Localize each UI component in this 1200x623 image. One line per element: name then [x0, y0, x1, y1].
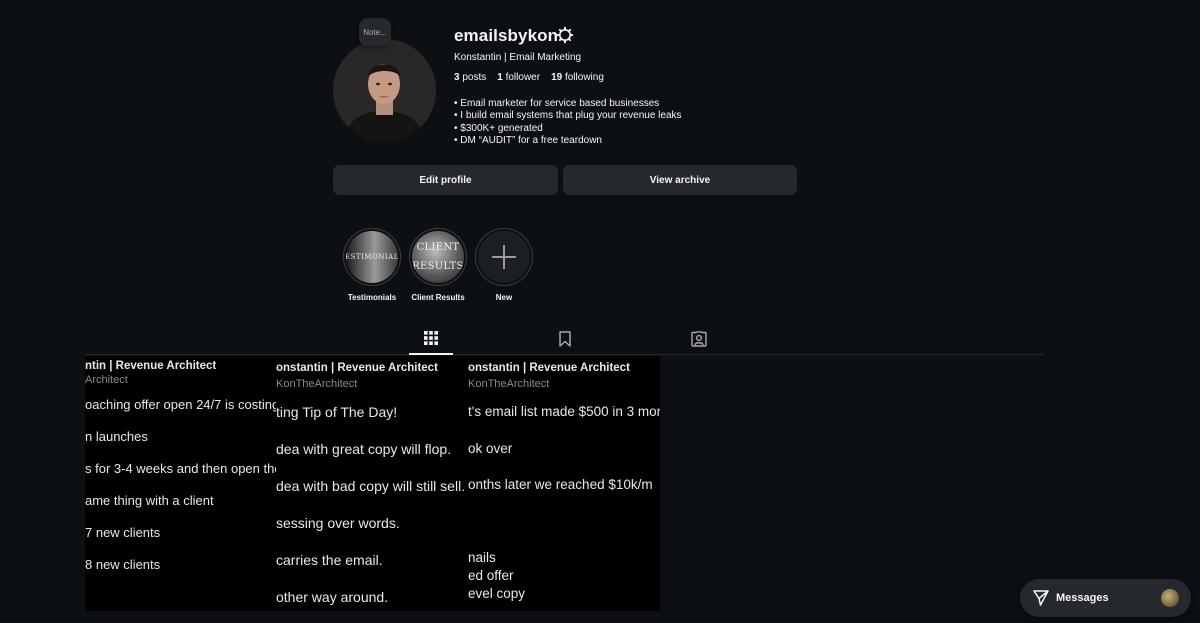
- highlight-cover: TESTIMONIALS: [346, 231, 398, 283]
- message-avatar: [1161, 589, 1179, 607]
- note-bubble[interactable]: Note...: [359, 18, 391, 46]
- edit-profile-button[interactable]: Edit profile: [333, 165, 558, 195]
- full-name: Konstantin | Email Marketing: [454, 52, 582, 63]
- posts-grid-icon: [424, 331, 438, 345]
- post-author: ntin | Revenue Architect: [85, 360, 217, 372]
- highlight-cover: CLIENT RESULTS: [412, 231, 464, 283]
- post-text-line: ed offer: [468, 568, 514, 583]
- tab-saved[interactable]: [543, 331, 587, 355]
- settings-gear-icon[interactable]: [556, 26, 574, 44]
- highlight-label: Client Results: [411, 293, 465, 302]
- tab-tagged[interactable]: [677, 331, 721, 355]
- post-text-line: s for 3-4 weeks and then open them t: [85, 461, 276, 476]
- post-text-line: dea with great copy will flop.: [276, 441, 452, 457]
- post-text-line: n launches: [85, 429, 148, 444]
- saved-bookmark-icon: [559, 331, 571, 347]
- post-text-line: 7 new clients: [85, 525, 161, 540]
- post-text-line: ting Tip of The Day!: [276, 404, 398, 420]
- following-stat[interactable]: 19 following: [551, 72, 604, 83]
- highlight-cover-text: RESULTS: [412, 261, 464, 272]
- post-text-line: dea with bad copy will still sell.: [276, 478, 466, 494]
- tagged-person-icon: [691, 331, 707, 347]
- messages-label: Messages: [1056, 592, 1109, 604]
- post-author: onstantin | Revenue Architect: [276, 362, 438, 374]
- highlight-cover-text: CLIENT: [416, 242, 460, 253]
- plus-icon: [492, 245, 516, 269]
- post-text-line: sessing over words.: [276, 515, 400, 531]
- highlight-label: New: [495, 293, 513, 302]
- post-text-line: onths later we reached $10k/m: [468, 477, 653, 492]
- post-tile[interactable]: onstantin | Revenue Architect KonTheArch…: [276, 356, 468, 611]
- highlight-label: Testimonials: [347, 293, 397, 302]
- highlight-cover: [478, 231, 530, 283]
- post-text-line: oaching offer open 24/7 is costing you: [85, 397, 276, 412]
- tab-posts[interactable]: [409, 331, 453, 355]
- post-text-line: evel copy: [468, 586, 526, 601]
- posts-stat: 3 posts: [454, 72, 487, 83]
- highlight-testimonials[interactable]: TESTIMONIALS: [343, 228, 401, 286]
- followers-stat[interactable]: 1 follower: [497, 72, 540, 83]
- new-highlight-button[interactable]: [475, 228, 533, 286]
- bio-line: • $300K+ generated: [454, 122, 543, 134]
- post-handle: KonTheArchitect: [276, 378, 358, 390]
- post-handle: Architect: [85, 374, 128, 386]
- messages-button[interactable]: Messages: [1020, 579, 1191, 617]
- active-tab-indicator: [409, 353, 453, 355]
- post-tile[interactable]: ntin | Revenue Architect Architect oachi…: [85, 356, 276, 611]
- view-archive-button[interactable]: View archive: [563, 165, 797, 195]
- post-author: onstantin | Revenue Architect: [468, 362, 630, 374]
- bio-line: • DM “AUDIT” for a free teardown: [454, 134, 602, 146]
- post-text-line: nails: [468, 550, 496, 565]
- send-message-icon: [1033, 590, 1049, 606]
- post-tile[interactable]: onstantin | Revenue Architect KonTheArch…: [468, 356, 660, 611]
- bio-line: • Email marketer for service based busin…: [454, 98, 660, 109]
- bio: • Email marketer for service based busin…: [454, 98, 682, 147]
- profile-stats: 3 posts 1 follower 19 following: [454, 72, 604, 83]
- post-text-line: carries the email.: [276, 552, 383, 568]
- post-text-line: 8 new clients: [85, 557, 161, 572]
- post-text-line: ame thing with a client: [85, 493, 214, 508]
- post-text-line: other way around.: [276, 589, 389, 605]
- post-handle: KonTheArchitect: [468, 378, 550, 390]
- bio-line: • I build email systems that plug your r…: [454, 110, 682, 122]
- profile-photo: [333, 39, 436, 142]
- post-text-line: t's email list made $500 in 3 mon: [468, 404, 660, 419]
- username: emailsbykon: [454, 26, 559, 45]
- profile-avatar[interactable]: [333, 39, 436, 142]
- highlight-client-results[interactable]: CLIENT RESULTS: [409, 228, 467, 286]
- post-text-line: ok over: [468, 441, 513, 456]
- highlight-cover-text: TESTIMONIALS: [346, 253, 398, 261]
